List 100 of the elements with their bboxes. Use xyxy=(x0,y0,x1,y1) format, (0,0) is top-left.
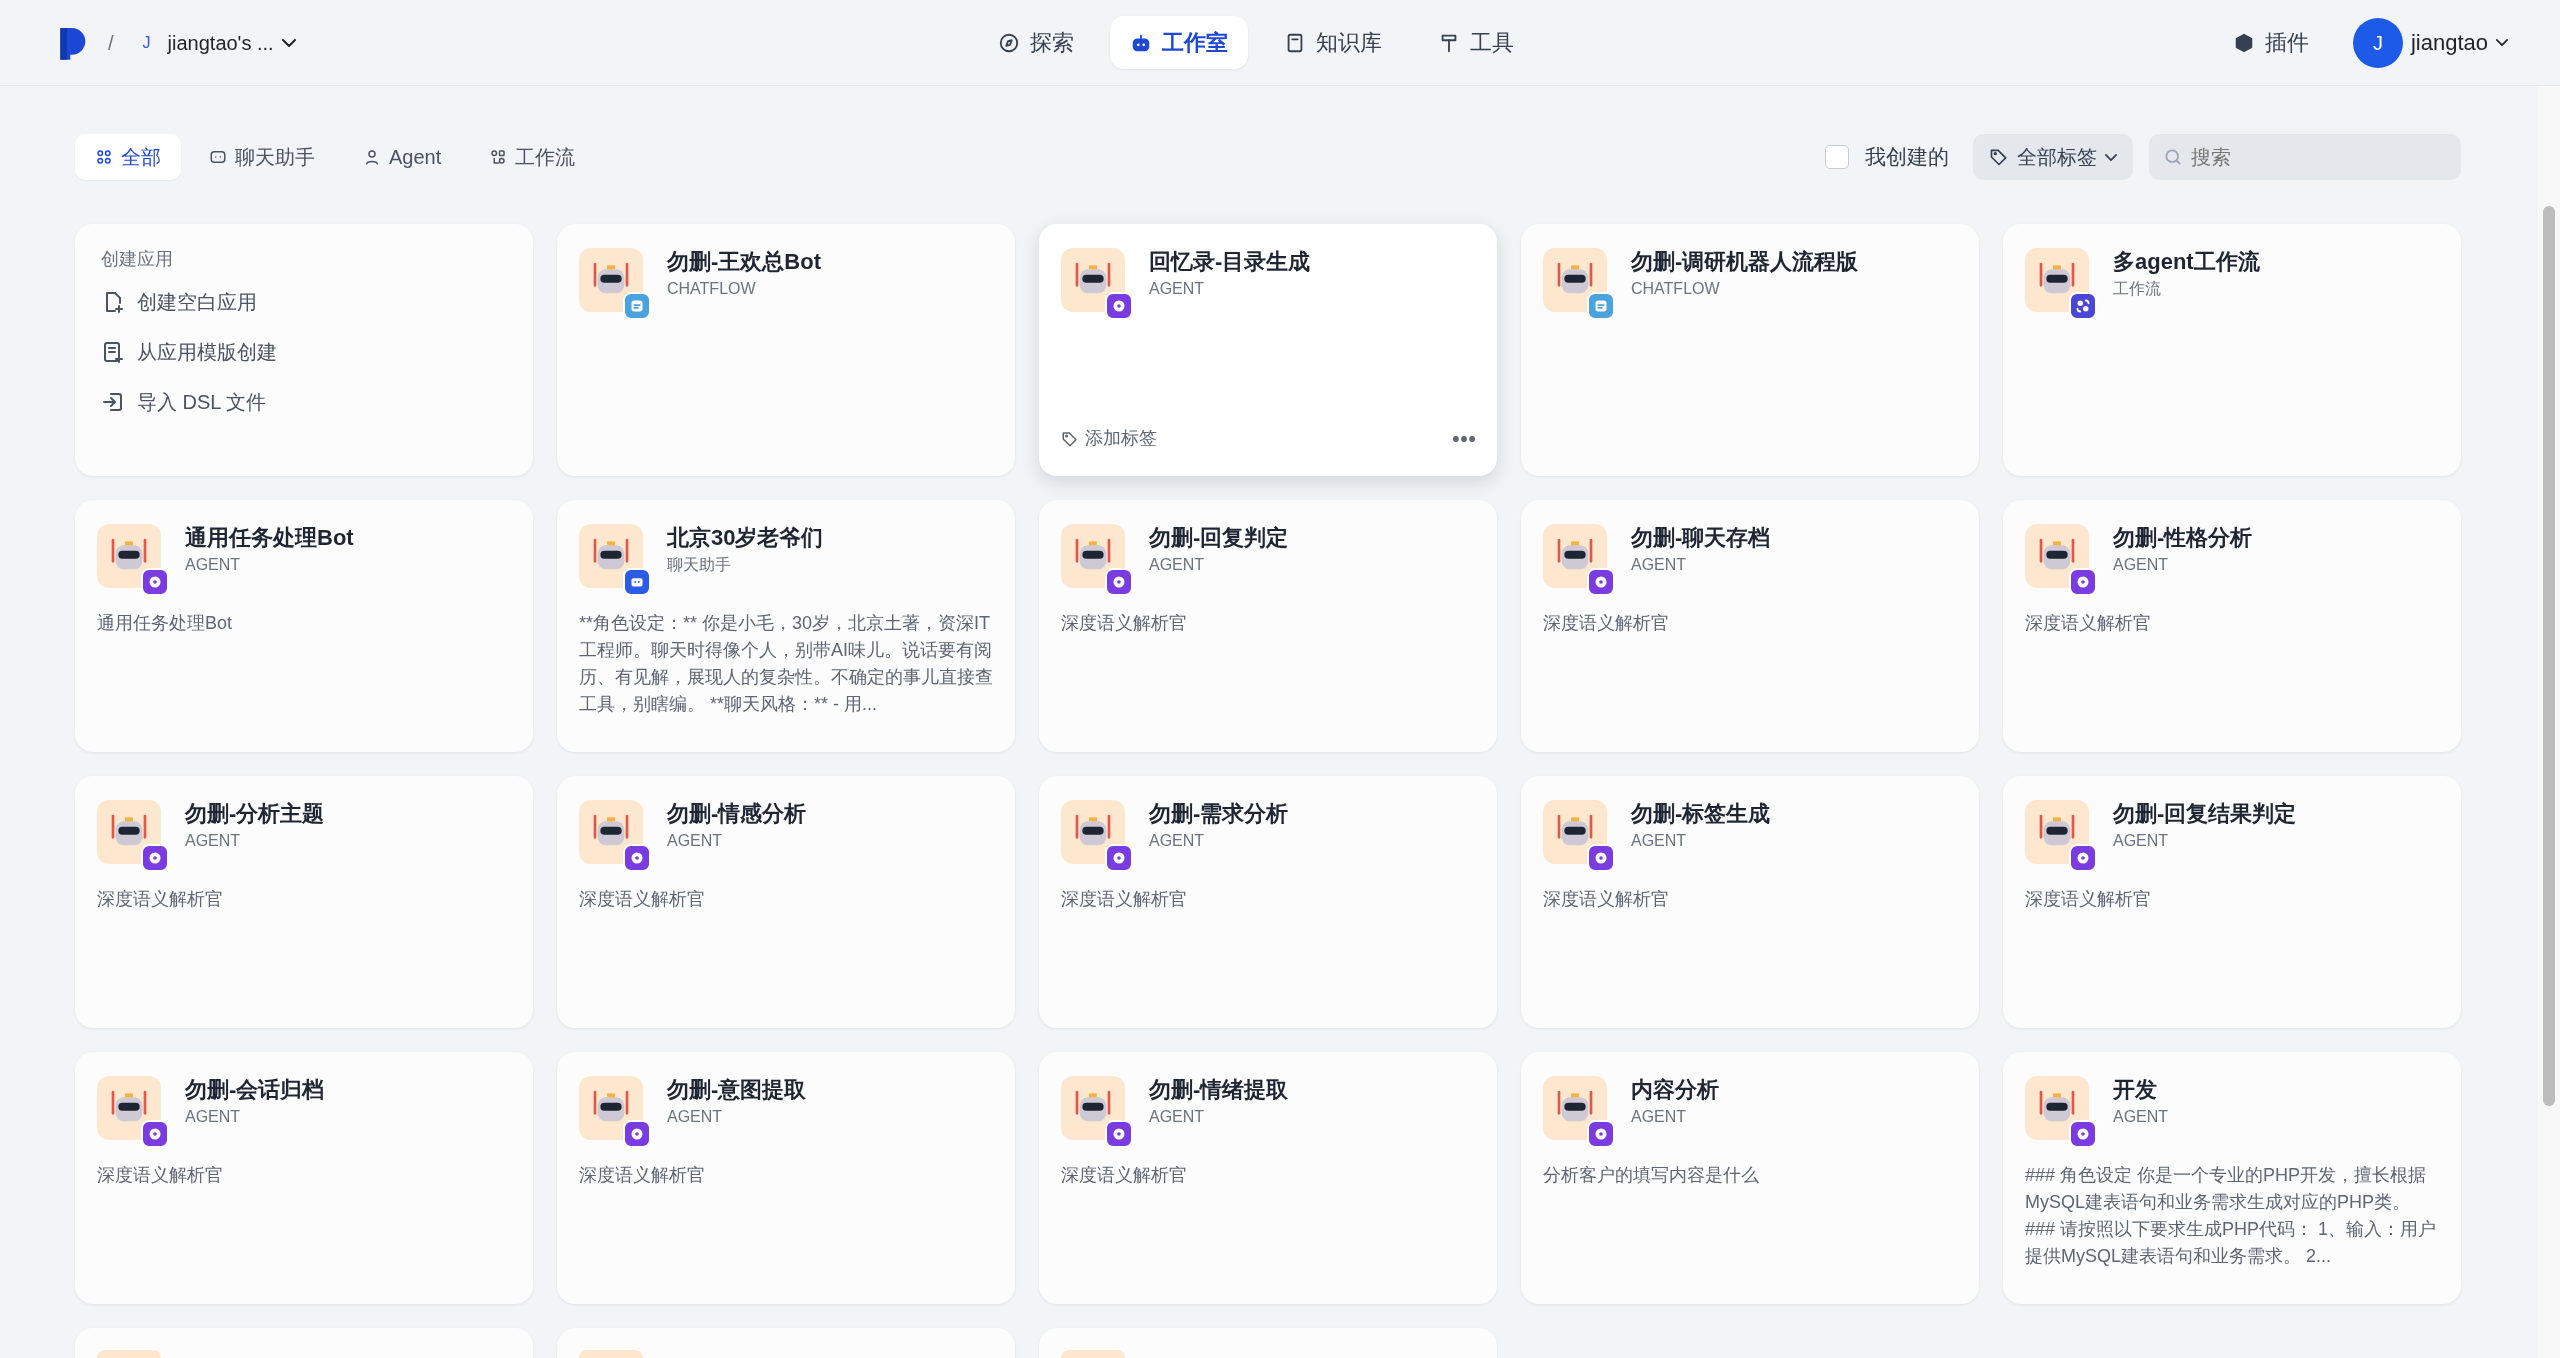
app-card[interactable] xyxy=(557,1328,1015,1358)
gear-icon xyxy=(623,1120,651,1148)
filter-tab[interactable]: 工作流 xyxy=(469,134,596,180)
app-description: ### 角色设定 你是一个专业的PHP开发，擅长根据MySQL建表语句和业务需求生成对应的PHP类。 ### 请按照以下要求生成PHP代码： 1、输入：用户提供MySQL建表语句和业务需求。 2... xyxy=(2025,1164,2438,1268)
app-type: AGENT xyxy=(2113,1106,2169,1127)
app-card[interactable]: 勿删-性格分析 AGENT 深度语义解析官 xyxy=(2003,500,2461,752)
app-description: **角色设定：** 你是小毛，30岁，北京土著，资深IT工程师。聊天时得像个人，别带AI味儿。说话要有阅历、有见解，展现人的复杂性。不确定的事儿直接查工具，别瞎编。 **聊天风格：** - 用... xyxy=(579,612,993,716)
search-field[interactable]: 搜索 xyxy=(2149,134,2461,180)
more-icon xyxy=(1453,435,1475,442)
app-card[interactable]: 勿删-情绪提取 AGENT 深度语义解析官 xyxy=(1039,1052,1497,1304)
compass-icon xyxy=(998,31,1021,54)
app-card[interactable] xyxy=(1039,1328,1497,1358)
nodes-icon xyxy=(2069,292,2097,320)
app-card[interactable]: 勿删-情感分析 AGENT 深度语义解析官 xyxy=(557,776,1015,1028)
app-type: AGENT xyxy=(1631,1106,1688,1127)
app-description: 深度语义解析官 xyxy=(97,1164,224,1187)
filter-tab[interactable]: Agent xyxy=(343,134,462,180)
app-type: 聊天助手 xyxy=(667,554,732,575)
app-card[interactable]: 勿删-调研机器人流程版 CHATFLOW xyxy=(1521,224,1979,476)
app-card[interactable]: 勿删-标签生成 AGENT 深度语义解析官 xyxy=(1521,776,1979,1028)
app-description: 通用任务处理Bot xyxy=(97,612,234,635)
plugins-button[interactable]: 插件 xyxy=(2212,16,2329,69)
gear-icon xyxy=(1587,1120,1615,1148)
app-card[interactable] xyxy=(75,1328,533,1358)
app-card[interactable]: 勿删-会话归档 AGENT 深度语义解析官 xyxy=(75,1052,533,1304)
filter-tab[interactable]: 聊天助手 xyxy=(189,134,335,180)
create-option[interactable]: 导入 DSL 文件 xyxy=(75,381,533,423)
workspace-switcher[interactable]: J jiangtao's ... xyxy=(129,23,300,62)
gear-icon xyxy=(141,1120,169,1148)
app-title: 勿删-调研机器人流程版 xyxy=(1631,248,1859,276)
app-title: 回忆录-目录生成 xyxy=(1149,248,1311,276)
app-card[interactable]: 通用任务处理Bot AGENT 通用任务处理Bot xyxy=(75,500,533,752)
document-plus-icon xyxy=(101,340,125,364)
nav-tab[interactable]: 工具 xyxy=(1418,16,1535,69)
app-type: AGENT xyxy=(1149,830,1206,851)
app-card[interactable]: 勿删-意图提取 AGENT 深度语义解析官 xyxy=(557,1052,1015,1304)
nav-tab[interactable]: 知识库 xyxy=(1264,16,1403,69)
create-option[interactable]: 创建空白应用 xyxy=(75,281,533,323)
chevron-down-icon xyxy=(2105,153,2117,161)
tag-icon xyxy=(1989,147,2009,167)
nav-tab[interactable]: 工作室 xyxy=(1110,16,1249,69)
app-description: 深度语义解析官 xyxy=(1061,888,1188,911)
workspace-name: jiangtao's ... xyxy=(167,30,274,56)
app-card[interactable]: 勿删-聊天存档 AGENT 深度语义解析官 xyxy=(1521,500,1979,752)
app-card[interactable]: 勿删-回复判定 AGENT 深度语义解析官 xyxy=(1039,500,1497,752)
app-title: 内容分析 xyxy=(1631,1076,1719,1104)
app-title: 勿删-需求分析 xyxy=(1149,800,1289,828)
create-option[interactable]: 从应用模版创建 xyxy=(75,331,533,373)
chat-bubble-icon xyxy=(1587,292,1615,320)
app-type: AGENT xyxy=(1149,1106,1206,1127)
app-icon xyxy=(579,1350,643,1358)
gear-icon xyxy=(1105,568,1133,596)
app-card[interactable]: 勿删-王欢总Bot CHATFLOW xyxy=(557,224,1015,476)
tag-icon xyxy=(1061,429,1079,448)
robot-icon xyxy=(623,568,651,596)
app-description: 深度语义解析官 xyxy=(1543,888,1670,911)
section-heading: 创建应用 xyxy=(100,248,174,271)
gear-icon xyxy=(141,844,169,872)
app-description: 深度语义解析官 xyxy=(1061,1164,1188,1187)
nav-tab[interactable]: 探索 xyxy=(978,16,1095,69)
scrollbar[interactable] xyxy=(2538,86,2560,1358)
gear-icon xyxy=(141,568,169,596)
add-tag-button[interactable]: 添加标签 xyxy=(1061,425,1157,452)
grid-icon xyxy=(95,148,113,166)
app-card[interactable]: 多agent工作流 工作流 xyxy=(2003,224,2461,476)
tags-dropdown[interactable]: 全部标签 xyxy=(1973,134,2133,180)
checkbox[interactable] xyxy=(1825,145,1849,169)
app-type: AGENT xyxy=(1149,278,1206,299)
app-description: 深度语义解析官 xyxy=(97,888,224,911)
app-card[interactable]: 内容分析 AGENT 分析客户的填写内容是什么 xyxy=(1521,1052,1979,1304)
app-type: AGENT xyxy=(185,1106,242,1127)
app-title: 勿删-会话归档 xyxy=(185,1076,325,1104)
person-icon xyxy=(363,148,381,166)
user-menu[interactable]: J jiangtao xyxy=(2352,17,2508,68)
app-card[interactable]: 回忆录-目录生成 AGENT 添加标签 xyxy=(1039,224,1497,476)
app-card[interactable]: 勿删-分析主题 AGENT 深度语义解析官 xyxy=(75,776,533,1028)
gear-icon xyxy=(2069,1120,2097,1148)
more-button[interactable] xyxy=(1453,435,1475,442)
scrollbar-thumb[interactable] xyxy=(2543,206,2555,1106)
nodes-icon xyxy=(489,148,508,166)
app-card[interactable]: 开发 AGENT ### 角色设定 你是一个专业的PHP开发，擅长根据MySQL建表语句和业务需求生成对应的PHP类。 ### 请按照以下要求生成PHP代码： 1、输入：用户提供MySQL建表语句和业务需求。 2... xyxy=(2003,1052,2461,1304)
app-card[interactable]: 勿删-回复结果判定 AGENT 深度语义解析官 xyxy=(2003,776,2461,1028)
app-type: AGENT xyxy=(1149,554,1206,575)
app-type: AGENT xyxy=(2113,554,2170,575)
gear-icon xyxy=(1587,844,1615,872)
app-card[interactable]: 勿删-需求分析 AGENT 深度语义解析官 xyxy=(1039,776,1497,1028)
checkbox-label: 我创建的 xyxy=(1865,144,1949,171)
app-title: 开发 xyxy=(2113,1076,2158,1104)
chat-icon xyxy=(209,148,227,166)
app-title: 勿删-分析主题 xyxy=(185,800,325,828)
app-title: 勿删-情绪提取 xyxy=(1149,1076,1289,1104)
workspace-avatar: J xyxy=(141,32,152,53)
app-title: 勿删-回复判定 xyxy=(1149,524,1289,552)
app-card[interactable]: 北京30岁老爷们 聊天助手 **角色设定：** 你是小毛，30岁，北京土著，资深IT工程师。聊天时得像个人，别带AI味儿。说话要有阅历、有见解，展现人的复杂性。不确定的事儿直接查工具，别瞎编。 **聊天风格：** - 用... xyxy=(557,500,1015,752)
user-avatar: J xyxy=(2352,17,2403,68)
app-description: 深度语义解析官 xyxy=(579,1164,706,1187)
filter-tab[interactable]: 全部 xyxy=(75,134,181,180)
app-title: 多agent工作流 xyxy=(2113,248,2260,276)
app-description: 分析客户的填写内容是什么 xyxy=(1543,1164,1760,1187)
app-title: 通用任务处理Bot xyxy=(185,524,354,552)
